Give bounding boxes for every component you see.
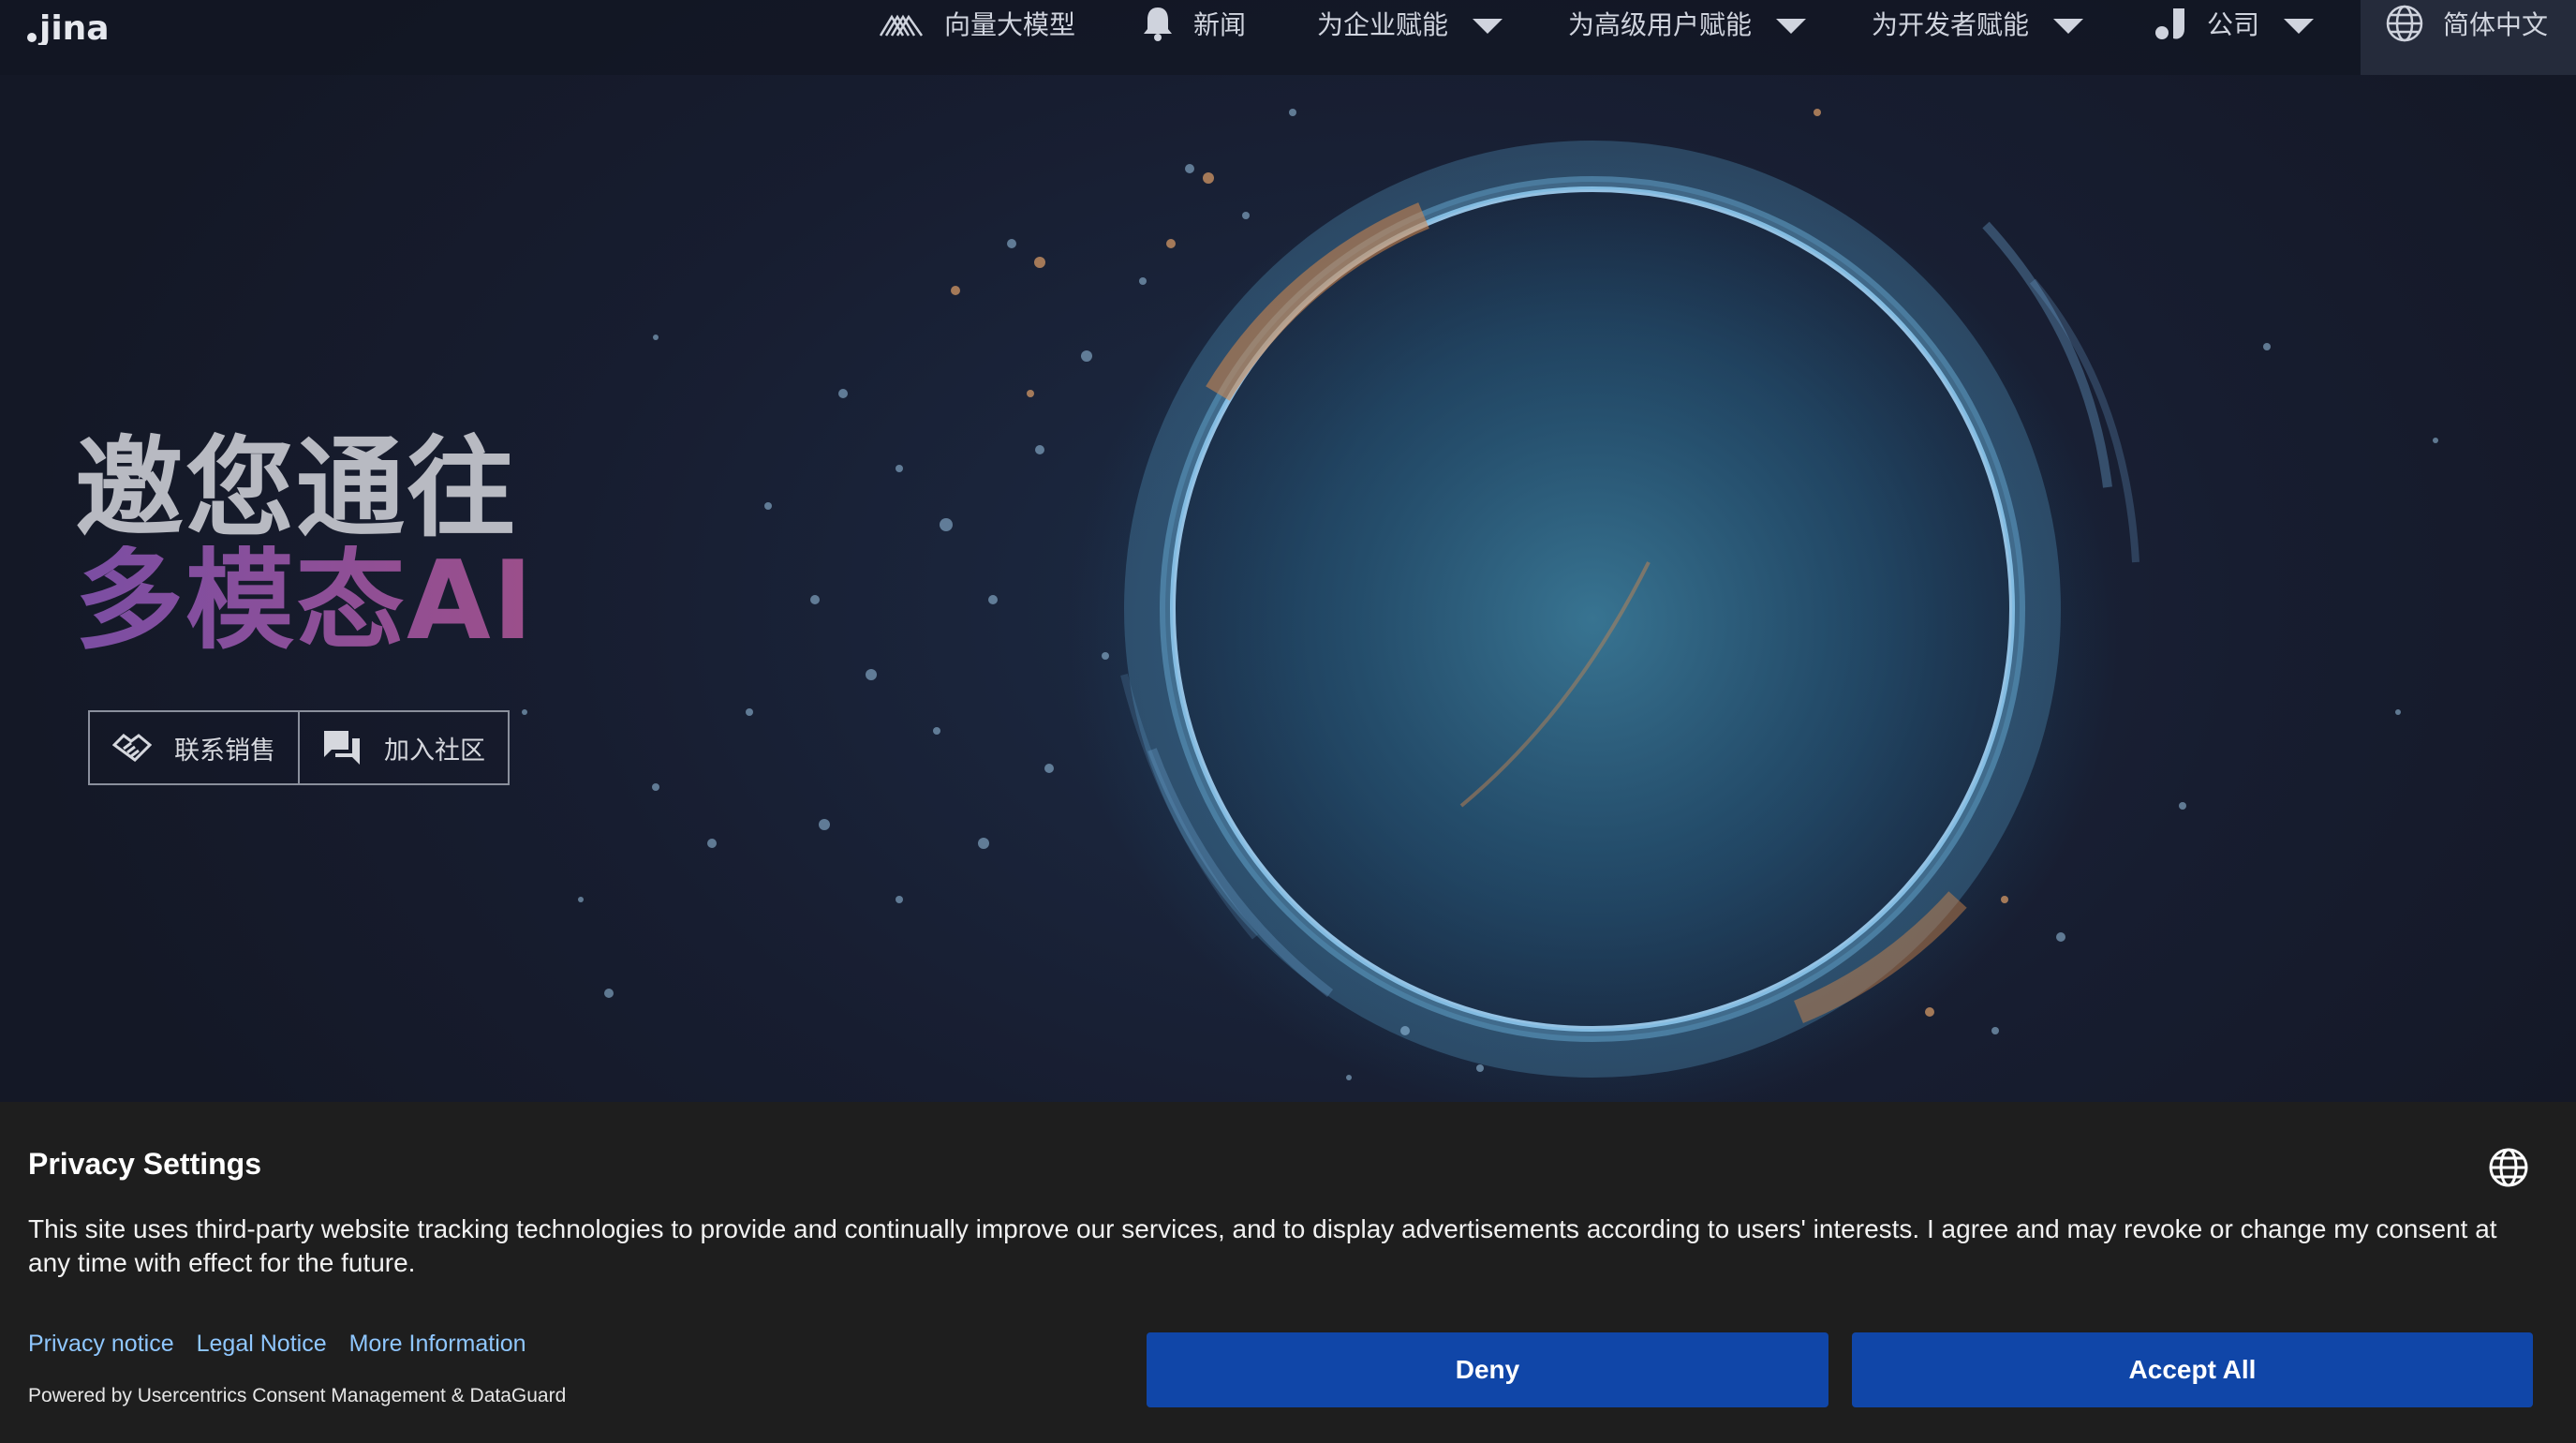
language-selector-inner: 简体中文: [2385, 0, 2548, 47]
nav-item-company[interactable]: 公司: [2154, 0, 2315, 47]
language-label: 简体中文: [2443, 9, 2549, 40]
privacy-consent-banner: Privacy Settings This site uses third-pa…: [0, 1102, 2576, 1443]
page: jina 向量大模型 新闻 为企业赋能 为高级用户赋能 为开发者赋能 公司 简体…: [0, 0, 2576, 1443]
caret-down-icon: [2284, 19, 2315, 34]
globe-icon[interactable]: [2488, 1147, 2529, 1188]
nav-item-label: 新闻: [1193, 9, 1247, 40]
chat-bubbles-icon: [322, 729, 362, 766]
caret-down-icon: [2053, 19, 2084, 34]
consent-links: Privacy notice Legal Notice More Informa…: [28, 1331, 549, 1358]
nav-item-label: 为开发者赋能: [1872, 9, 2030, 40]
hero-button-group: 联系销售 加入社区: [88, 710, 510, 785]
more-information-link[interactable]: More Information: [349, 1331, 526, 1358]
caret-down-icon: [1776, 19, 1807, 34]
top-nav: jina 向量大模型 新闻 为企业赋能 为高级用户赋能 为开发者赋能 公司 简体…: [0, 0, 2576, 75]
caret-down-icon: [1473, 19, 1503, 34]
powered-by-text: Powered by Usercentrics Consent Manageme…: [28, 1385, 567, 1406]
nav-item-label: 公司: [2207, 9, 2260, 40]
nav-item-label: 为高级用户赋能: [1568, 9, 1753, 40]
hero-headline: 邀您通往 多模态AI: [75, 433, 535, 658]
privacy-notice-link[interactable]: Privacy notice: [28, 1331, 174, 1358]
nav-item-label: 为企业赋能: [1317, 9, 1449, 40]
nav-item-power-users[interactable]: 为高级用户赋能: [1568, 0, 1807, 47]
contact-sales-label: 联系销售: [174, 736, 275, 766]
join-community-label: 加入社区: [384, 736, 485, 766]
legal-notice-link[interactable]: Legal Notice: [197, 1331, 327, 1358]
nav-item-news[interactable]: 新闻: [1141, 0, 1246, 47]
accept-all-button[interactable]: Accept All: [1852, 1332, 2533, 1407]
bell-icon: [1141, 5, 1175, 42]
nav-item-developers[interactable]: 为开发者赋能: [1872, 0, 2084, 47]
language-selector[interactable]: 简体中文: [2361, 0, 2576, 75]
jina-mark-icon: [2154, 5, 2188, 42]
headline-line-1: 邀您通往: [75, 425, 517, 552]
deny-button[interactable]: Deny: [1147, 1332, 1828, 1407]
nav-item-enterprise[interactable]: 为企业赋能: [1317, 0, 1503, 47]
nav-item-embeddings[interactable]: 向量大模型: [879, 0, 1075, 47]
consent-description: This site uses third-party website track…: [28, 1214, 2497, 1277]
jina-logo[interactable]: jina: [26, 4, 124, 45]
headline-line-2: 多模态AI: [75, 538, 535, 664]
contact-sales-button[interactable]: 联系销售: [90, 712, 298, 783]
handshake-icon: [112, 732, 152, 764]
consent-title: Privacy Settings: [28, 1147, 261, 1181]
svg-text:jina: jina: [37, 9, 110, 45]
join-community-button[interactable]: 加入社区: [298, 712, 508, 783]
globe-icon: [2385, 4, 2424, 43]
wave-stack-icon: [879, 9, 925, 37]
nav-item-label: 向量大模型: [944, 9, 1076, 40]
